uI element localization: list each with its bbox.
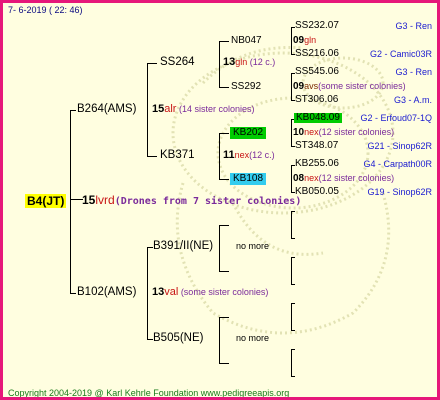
queen-ss545[interactable]: SS545.06 (295, 67, 339, 77)
root-queen-name[interactable]: B4(JT) (25, 194, 67, 208)
connector (291, 211, 295, 212)
connector (147, 63, 157, 64)
queen-kb202[interactable]: KB202 (230, 127, 267, 139)
queen-b391[interactable]: B391/II(NE) (153, 240, 213, 253)
connector (219, 133, 229, 134)
queen-nb047-info: 09gln (293, 35, 317, 46)
queen-b505[interactable]: B505(NE) (153, 332, 204, 345)
connector (291, 165, 292, 192)
connector (291, 257, 295, 258)
connector (219, 225, 229, 226)
queen-b264[interactable]: B264(AMS) (77, 103, 136, 116)
connector (291, 27, 292, 54)
queen-kb108[interactable]: KB108 (230, 173, 267, 185)
connector (219, 225, 220, 271)
connector (219, 317, 229, 318)
connector (219, 271, 229, 272)
queen-kb108-info: 08nex(12 sister colonies) (293, 173, 395, 184)
connector (219, 179, 229, 180)
breeder-kb255: G4 - Carpath00R (363, 159, 432, 169)
connector (219, 87, 229, 88)
root-queen-info: 15lvrd(Drones from 7 sister colonies) (82, 193, 302, 207)
connector (291, 119, 292, 146)
queen-b102[interactable]: B102(AMS) (77, 286, 136, 299)
queen-kb255[interactable]: KB255.06 (295, 159, 339, 169)
queen-ss292[interactable]: SS292 (231, 82, 261, 92)
queen-ss264[interactable]: SS264 (160, 56, 195, 69)
connector (70, 110, 71, 293)
queen-ss264-info: 13gln (12 c.) (223, 56, 276, 68)
b391-no-more: no more (236, 241, 270, 251)
connector (147, 156, 157, 157)
connector (291, 238, 295, 239)
connector (291, 349, 295, 350)
connector (147, 63, 148, 156)
b505-no-more: no more (236, 333, 270, 343)
queen-b102-info: 13val (some sister colonies) (152, 286, 269, 298)
breeder-kb050: G19 - Sinop62R (367, 187, 432, 197)
copyright-footer: Copyright 2004-2019 @ Karl Kehrle Founda… (8, 388, 290, 398)
connector (291, 303, 292, 330)
queen-ss232[interactable]: SS232.07 (295, 21, 339, 31)
queen-st348[interactable]: ST348.07 (295, 141, 338, 151)
breeder-ss545: G3 - Ren (395, 67, 432, 77)
pedigree-frame: 7- 6-2019 ( 22: 46) B4(JT) 15lvrd(Drones… (0, 0, 440, 400)
date-header: 7- 6-2019 ( 22: 46) (8, 5, 83, 15)
queen-nb047[interactable]: NB047 (231, 36, 262, 46)
connector (291, 330, 295, 331)
queen-kb050[interactable]: KB050.05 (295, 187, 339, 197)
connector (219, 41, 229, 42)
queen-kb371-info: 11nex(12 c.) (223, 149, 275, 161)
connector (291, 376, 295, 377)
queen-ss216[interactable]: SS216.06 (295, 49, 339, 59)
breeder-ss232: G3 - Ren (395, 21, 432, 31)
queen-kb202-info: 10nex(12 sister colonies) (293, 127, 395, 138)
connector (70, 110, 76, 111)
queen-kb048[interactable]: KB048.09 (294, 113, 342, 123)
connector (291, 349, 292, 376)
connector (219, 363, 229, 364)
connector (291, 257, 292, 284)
connector (219, 41, 220, 87)
connector (291, 73, 292, 100)
breeder-kb048: G2 - Erfoud07-1Q (360, 113, 432, 123)
breeder-ss216: G2 - Camic03R (369, 49, 432, 59)
queen-kb371[interactable]: KB371 (160, 149, 195, 162)
connector (291, 284, 295, 285)
connector (70, 293, 76, 294)
connector (291, 303, 295, 304)
queen-ss292-info: 09avs(some sister colonies) (293, 81, 406, 92)
connector (219, 133, 220, 179)
queen-b264-info: 15alr (14 sister colonies) (152, 103, 255, 115)
breeder-st306: G3 - A.m. (393, 95, 432, 105)
connector (147, 247, 148, 339)
connector (219, 317, 220, 363)
breeder-st348: G21 - Sinop62R (367, 141, 432, 151)
connector (291, 211, 292, 238)
queen-st306[interactable]: ST306.06 (295, 95, 338, 105)
